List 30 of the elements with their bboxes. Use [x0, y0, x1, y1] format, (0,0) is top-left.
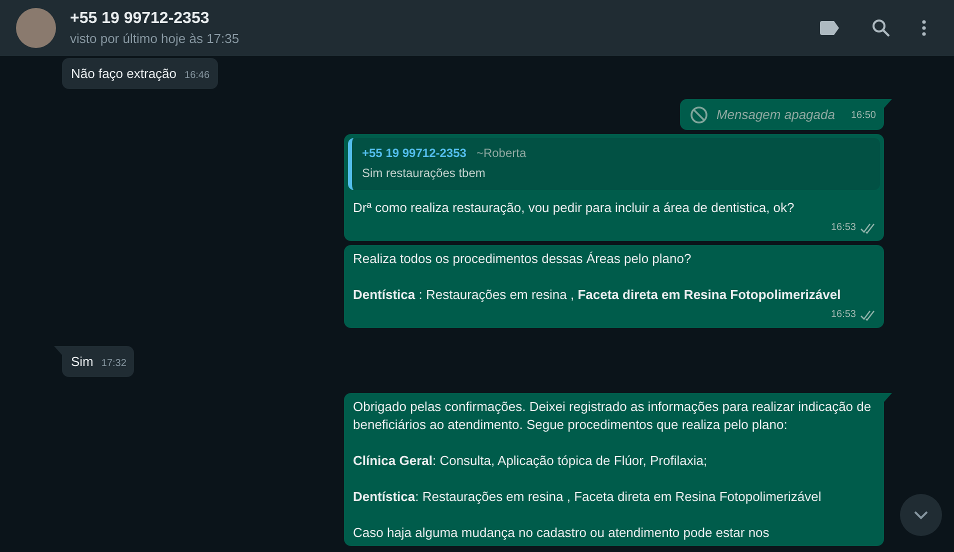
- message-time: 17:32: [101, 358, 126, 369]
- search-icon[interactable]: [872, 19, 890, 37]
- avatar[interactable]: [16, 8, 56, 48]
- contact-name[interactable]: +55 19 99712-2353: [70, 10, 820, 28]
- message-time: 16:50: [850, 109, 876, 123]
- message-time: 16:46: [184, 70, 210, 81]
- message-text: Realiza todos os procedimentos dessas Áreas pelo plano?: [353, 250, 692, 268]
- deleted-message-text: Mensagem apagada: [716, 106, 835, 124]
- prohibited-icon: [690, 106, 708, 124]
- scroll-down-button[interactable]: [900, 494, 942, 536]
- message-text: Dentística: Restaurações em resina , Faceta direta em Resina Fotopolimerizável: [353, 488, 822, 506]
- menu-icon[interactable]: [922, 20, 926, 36]
- quoted-text: Sim restaurações tbem: [362, 165, 486, 182]
- message-text: Sim: [71, 353, 94, 371]
- chevron-down-icon: [913, 510, 929, 520]
- double-check-icon: [860, 222, 876, 234]
- quoted-alias: ~Roberta: [476, 145, 526, 162]
- quoted-message[interactable]: +55 19 99712-2353 ~Roberta Sim restaurações tbem: [348, 138, 880, 190]
- message-text: Não faço extração: [71, 65, 177, 83]
- double-check-icon: [860, 310, 876, 320]
- last-seen-status: visto por último hoje às 17:35: [70, 31, 240, 46]
- message-time: 16:53: [830, 221, 856, 235]
- message-text: Dentística : Restaurações em resina , Faceta direta em Resina Fotopolimerizável: [353, 286, 842, 304]
- message-text: Clínica Geral: Consulta, Aplicação tópica de Flúor, Profilaxia;: [353, 452, 708, 470]
- label-icon[interactable]: [820, 21, 840, 35]
- message-time: 16:53: [830, 308, 856, 322]
- message-text: Obrigado pelas confirmações. Deixei registrado as informações para realizar indicação de beneficiários ao atendimento. Segue procedimentos que realiza pelo plano:: [353, 398, 872, 434]
- message-text: Drª como realiza restauração, vou pedir para incluir a área de dentistica, ok?: [353, 199, 796, 217]
- message-text: Caso haja alguma mudança no cadastro ou atendimento pode estar nos: [353, 524, 770, 542]
- quoted-author: +55 19 99712-2353: [362, 145, 466, 162]
